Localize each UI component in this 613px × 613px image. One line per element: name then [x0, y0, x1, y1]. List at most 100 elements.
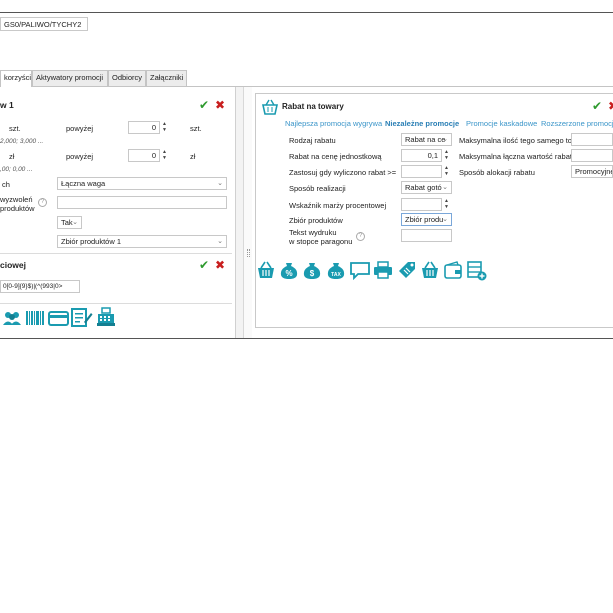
card-title: Rabat na towary — [282, 102, 344, 111]
wskaznik-label: Wskaźnik marży procentowej — [289, 201, 387, 210]
rabat-cene-input[interactable]: 0,1 — [401, 149, 442, 162]
regex-input[interactable]: 0[0-9]{9}$)|(^(993|0> — [0, 280, 80, 293]
cash-register-icon[interactable] — [96, 307, 116, 327]
row1-spinner[interactable]: ▲ ▼ — [161, 121, 168, 134]
section2-title: ciowej — [0, 260, 26, 270]
rodzaj-rabatu-label: Rodzaj rabatu — [289, 136, 336, 145]
tab-odbiorcy[interactable]: Odbiorcy — [108, 70, 146, 86]
form-edit-icon[interactable] — [71, 307, 93, 327]
ptab-najlepsza[interactable]: Najlepsza promocja wygrywa — [285, 119, 382, 128]
zbior-select[interactable]: Zbiór produ ⌄ — [401, 213, 452, 226]
promotion-code-field[interactable]: GS0/PALIWO/TYCHY2 — [0, 17, 88, 31]
wallet-icon[interactable] — [443, 261, 463, 280]
aggregation-label: ch — [2, 180, 10, 189]
row1-value-input[interactable]: 0 — [128, 121, 160, 134]
tag-link-icon[interactable] — [396, 259, 418, 280]
trigger-label-1: wyzwoleń — [0, 195, 33, 204]
max-ilosc-label: Maksymalna ilość tego samego to — [459, 136, 572, 145]
sposob-alokacji-value: Promocyjne — [575, 167, 613, 176]
basket-discount-icon[interactable] — [256, 260, 276, 280]
zbior-label: Zbiór produktów — [289, 216, 343, 225]
window-bottom-border — [0, 338, 613, 339]
chevron-down-icon: ⌄ — [442, 216, 448, 223]
sposob-realizacji-select[interactable]: Rabat gotó ⌄ — [401, 181, 452, 194]
product-set-select[interactable]: Zbiór produktów 1 ⌄ — [57, 235, 227, 248]
percent-bag-icon[interactable]: % — [279, 260, 299, 280]
splitter-grip-icon — [247, 249, 250, 257]
money-bag-icon[interactable]: $ — [302, 260, 322, 280]
tax-bag-icon[interactable]: TAX — [325, 260, 347, 280]
sposob-realizacji-label: Sposób realizacji — [289, 184, 346, 193]
help-icon[interactable]: ? — [38, 198, 47, 207]
basket-icon — [261, 99, 279, 115]
barcode-icon[interactable] — [25, 309, 45, 327]
aggregation-select-value: Łączna waga — [61, 179, 106, 188]
rodzaj-rabatu-select[interactable]: Rabat na ce ⌄ — [401, 133, 452, 146]
row1-unit2: szt. — [190, 124, 202, 133]
chevron-down-icon: ⌄ — [442, 136, 448, 143]
payment-card-icon[interactable] — [48, 309, 69, 327]
wskaznik-input[interactable] — [401, 198, 442, 211]
sposob-alokacji-label: Sposób alokacji rabatu — [459, 168, 535, 177]
row2-spinner[interactable]: ▲ ▼ — [161, 149, 168, 162]
trigger-label-2: produktów — [0, 204, 35, 213]
tab-zalaczniki[interactable]: Załączniki — [146, 70, 187, 86]
zastosuj-input[interactable] — [401, 165, 442, 178]
svg-text:$: $ — [310, 269, 315, 278]
help-icon[interactable]: ? — [356, 232, 365, 241]
chevron-down-icon: ⌄ — [442, 184, 448, 191]
tekst-wydruku-label-2: w stopce paragonu — [289, 237, 353, 246]
chevron-down-icon: ⌄ — [72, 219, 78, 226]
row2-hint: ,00; 0,00 ... — [0, 166, 33, 173]
svg-text:%: % — [285, 269, 292, 278]
chat-bubble-icon[interactable] — [349, 260, 371, 281]
confirm-icon[interactable]: ✔ — [592, 100, 602, 112]
max-ilosc-input[interactable] — [571, 133, 613, 146]
basket-add-icon[interactable] — [420, 260, 440, 280]
sposob-alokacji-select[interactable]: Promocyjne — [571, 165, 613, 178]
ptab-niezalezne[interactable]: Niezależne promocje — [385, 119, 459, 128]
section-divider — [0, 253, 232, 254]
max-wartosc-label: Maksymalna łączna wartość rabat — [459, 152, 572, 161]
delete-icon[interactable]: ✖ — [215, 259, 225, 271]
rodzaj-rabatu-value: Rabat na ce — [405, 135, 446, 144]
row2-value-input[interactable]: 0 — [128, 149, 160, 162]
discount-card: Rabat na towary ✔ ✖ Najlepsza promocja w… — [255, 93, 613, 328]
sposob-realizacji-value: Rabat gotó — [405, 183, 442, 192]
ptab-rozszerzone[interactable]: Rozszerzone promocje — [541, 119, 613, 128]
trigger-products-input[interactable] — [57, 196, 227, 209]
left-panel-scrollbar[interactable] — [236, 87, 244, 338]
chevron-down-icon: ⌄ — [217, 180, 223, 187]
wskaznik-spinner[interactable]: ▲ ▼ — [443, 198, 450, 211]
row2-unit: zł — [9, 152, 15, 161]
delete-icon[interactable]: ✖ — [215, 99, 225, 111]
row1-unit: szt. — [9, 124, 21, 133]
printer-icon[interactable] — [373, 260, 393, 280]
window-top-border — [0, 12, 613, 13]
grid-add-icon[interactable] — [466, 260, 487, 281]
aggregation-select[interactable]: Łączna waga ⌄ — [57, 177, 227, 190]
customers-icon[interactable] — [2, 309, 22, 327]
max-wartosc-input[interactable] — [571, 149, 613, 162]
tab-aktywatory-promocji[interactable]: Aktywatory promocji — [32, 70, 108, 86]
tak-select[interactable]: Tak ⌄ — [57, 216, 82, 229]
row2-unit2: zł — [190, 152, 196, 161]
row2-condition: powyżej — [66, 152, 94, 161]
tab-korzysci[interactable]: korzyści — [0, 70, 32, 87]
zastosuj-label: Zastosuj gdy wyliczono rabat >= — [289, 168, 397, 177]
confirm-icon[interactable]: ✔ — [199, 259, 209, 271]
product-set-select-value: Zbiór produktów 1 — [61, 237, 122, 246]
section1-title: w 1 — [0, 100, 14, 110]
ptab-kaskadowe[interactable]: Promocje kaskadowe — [466, 119, 537, 128]
zastosuj-spinner[interactable]: ▲ ▼ — [443, 165, 450, 178]
left-panel: w 1 ✔ ✖ szt. powyżej 0 ▲ ▼ szt. 2,000; 3,… — [0, 87, 236, 338]
confirm-icon[interactable]: ✔ — [199, 99, 209, 111]
delete-icon[interactable]: ✖ — [608, 100, 613, 112]
rabat-cene-label: Rabat na cenę jednostkową — [289, 152, 382, 161]
tak-select-value: Tak — [61, 218, 73, 227]
tekst-wydruku-input[interactable] — [401, 229, 452, 242]
tekst-wydruku-label-1: Tekst wydruku — [289, 228, 337, 237]
panel-splitter[interactable] — [244, 87, 252, 338]
rabat-cene-spinner[interactable]: ▲ ▼ — [443, 149, 450, 162]
row1-hint: 2,000; 3,000 ... — [0, 138, 44, 145]
